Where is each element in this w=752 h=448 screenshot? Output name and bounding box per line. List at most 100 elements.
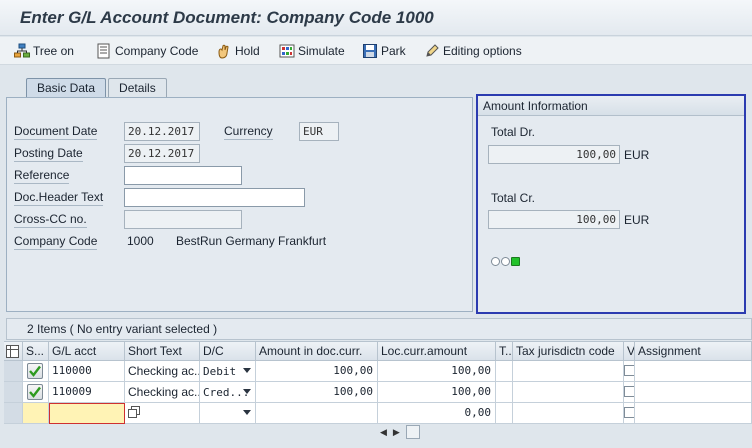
dc-select[interactable]: Debit xyxy=(200,361,256,382)
col-amount-doc[interactable]: Amount in doc.curr. xyxy=(256,342,378,361)
company-code-value: 1000 xyxy=(127,234,154,248)
tax-jurisdiction-cell[interactable] xyxy=(513,361,624,382)
company-name: BestRun Germany Frankfurt xyxy=(176,234,327,248)
simulate-icon xyxy=(279,43,295,59)
company-code-button[interactable]: Company Code xyxy=(96,42,198,60)
row-selector[interactable] xyxy=(4,361,23,382)
col-dc[interactable]: D/C xyxy=(200,342,256,361)
col-t[interactable]: T.. xyxy=(496,342,513,361)
horizontal-scrollbar[interactable]: ◀ ▶ xyxy=(380,424,420,440)
t-cell[interactable] xyxy=(496,403,513,424)
editing-options-label: Editing options xyxy=(443,44,522,58)
document-date-field[interactable]: 20.12.2017 xyxy=(124,122,200,141)
col-gl-acct[interactable]: G/L acct xyxy=(49,342,125,361)
dc-select[interactable]: Cred... xyxy=(200,382,256,403)
cross-cc-label: Cross-CC no. xyxy=(14,212,87,228)
company-code-icon xyxy=(96,43,112,59)
basic-data-panel: Document Date 20.12.2017 Currency EUR Po… xyxy=(6,97,473,312)
dc-value: Debit xyxy=(203,365,237,378)
tree-on-label: Tree on xyxy=(33,44,74,58)
simulate-button[interactable]: Simulate xyxy=(279,42,345,60)
doc-header-text-input[interactable] xyxy=(124,188,305,207)
short-text-cell[interactable]: Checking ac... xyxy=(125,382,200,403)
table-row: 110000 Checking ac... Debit 100,00 100,0… xyxy=(4,361,752,382)
assignment-cell[interactable] xyxy=(635,382,752,403)
company-code-label: Company Code xyxy=(115,44,199,58)
row-status-cell xyxy=(23,361,49,382)
cross-cc-field[interactable] xyxy=(124,210,242,229)
gl-acct-input[interactable] xyxy=(49,403,125,424)
save-disk-icon xyxy=(362,43,378,59)
gl-acct-cell[interactable]: 110009 xyxy=(49,382,125,403)
copy-icon[interactable] xyxy=(128,406,141,422)
document-date-label: Document Date xyxy=(14,124,98,140)
header-tabs: Basic Data Details xyxy=(26,78,169,98)
items-section: 2 Items ( No entry variant selected ) S.… xyxy=(0,318,752,448)
amount-information-panel: Amount Information Total Dr. 100,00 EUR … xyxy=(476,94,746,314)
total-dr-field: 100,00 xyxy=(488,145,620,164)
row-status-cell[interactable] xyxy=(23,403,49,424)
scroll-right-icon[interactable]: ▶ xyxy=(393,427,400,438)
park-button[interactable]: Park xyxy=(362,42,406,60)
hold-hand-icon xyxy=(216,43,232,59)
amount-loc-cell: 100,00 xyxy=(378,382,496,403)
row-status-cell xyxy=(23,382,49,403)
tax-jurisdiction-cell[interactable] xyxy=(513,403,624,424)
reference-label: Reference xyxy=(14,168,70,184)
short-text-cell[interactable] xyxy=(125,403,200,424)
table-row: 110009 Checking ac... Cred... 100,00 100… xyxy=(4,382,752,403)
assignment-cell[interactable] xyxy=(635,403,752,424)
v-checkbox[interactable] xyxy=(624,365,634,376)
posting-date-field[interactable]: 20.12.2017 xyxy=(124,144,200,163)
currency-label: Currency xyxy=(224,124,273,140)
t-cell[interactable] xyxy=(496,382,513,403)
col-short-text[interactable]: Short Text xyxy=(125,342,200,361)
amount-loc-cell: 0,00 xyxy=(378,403,496,424)
table-row-new: 0,00 xyxy=(4,403,752,424)
editing-options-button[interactable]: Editing options xyxy=(424,42,522,60)
scroll-thumb[interactable] xyxy=(405,425,420,439)
dc-select[interactable] xyxy=(200,403,256,424)
traffic-light-yellow-icon xyxy=(501,257,510,266)
v-cell[interactable] xyxy=(624,361,635,382)
total-cr-label: Total Cr. xyxy=(491,191,536,205)
col-assignment[interactable]: Assignment xyxy=(635,342,752,361)
v-cell[interactable] xyxy=(624,403,635,424)
tree-on-button[interactable]: Tree on xyxy=(14,42,74,60)
amount-information-header: Amount Information xyxy=(478,96,744,116)
amount-doc-cell[interactable]: 100,00 xyxy=(256,382,378,403)
tree-icon xyxy=(14,43,30,59)
chevron-down-icon xyxy=(243,368,251,373)
v-checkbox[interactable] xyxy=(624,386,634,397)
tab-details[interactable]: Details xyxy=(108,78,167,98)
window-title: Enter G/L Account Document: Company Code… xyxy=(20,8,434,27)
tax-jurisdiction-cell[interactable] xyxy=(513,382,624,403)
v-cell[interactable] xyxy=(624,382,635,403)
tab-basic-data[interactable]: Basic Data xyxy=(26,78,107,98)
traffic-light-green-icon xyxy=(511,257,520,266)
hold-button[interactable]: Hold xyxy=(216,42,260,60)
company-code-field-label: Company Code xyxy=(14,234,98,250)
pencil-icon xyxy=(424,43,440,59)
col-tax-jurisdiction[interactable]: Tax jurisdictn code xyxy=(513,342,624,361)
t-cell[interactable] xyxy=(496,361,513,382)
currency-field[interactable]: EUR xyxy=(299,122,339,141)
amount-doc-cell[interactable]: 100,00 xyxy=(256,361,378,382)
col-status[interactable]: S... xyxy=(23,342,49,361)
chevron-down-icon xyxy=(243,410,251,415)
col-v[interactable]: V xyxy=(624,342,635,361)
assignment-cell[interactable] xyxy=(635,361,752,382)
title-bar: Enter G/L Account Document: Company Code… xyxy=(0,0,752,36)
simulate-label: Simulate xyxy=(298,44,345,58)
gl-acct-cell[interactable]: 110000 xyxy=(49,361,125,382)
v-checkbox[interactable] xyxy=(624,407,634,418)
scroll-left-icon[interactable]: ◀ xyxy=(380,427,387,438)
col-amount-loc[interactable]: Loc.curr.amount xyxy=(378,342,496,361)
amount-doc-cell[interactable] xyxy=(256,403,378,424)
hold-label: Hold xyxy=(235,44,260,58)
row-selector[interactable] xyxy=(4,403,23,424)
layout-icon[interactable] xyxy=(4,342,23,361)
row-selector[interactable] xyxy=(4,382,23,403)
short-text-cell[interactable]: Checking ac... xyxy=(125,361,200,382)
reference-input[interactable] xyxy=(124,166,242,185)
